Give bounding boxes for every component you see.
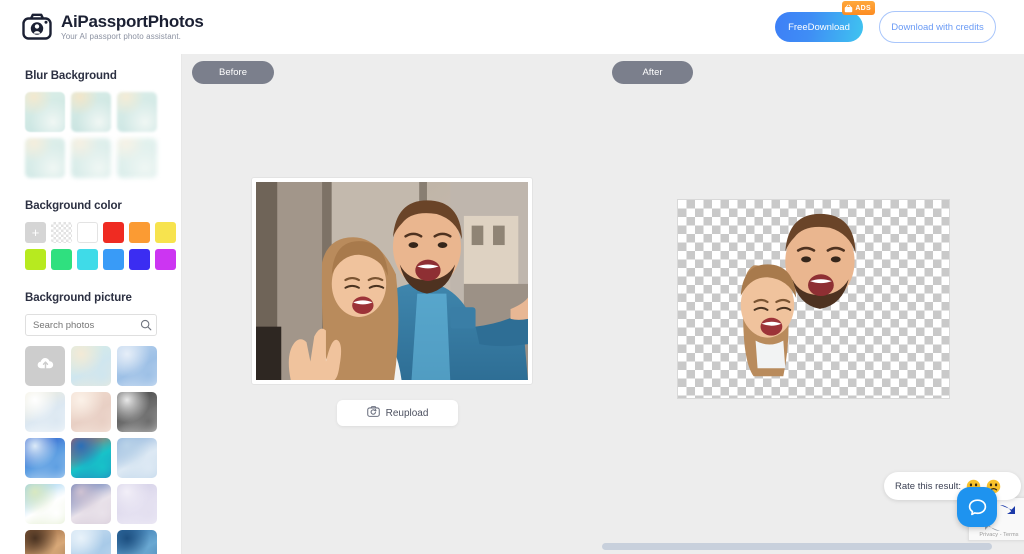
- download-with-credits-label: Download with credits: [891, 21, 984, 33]
- color-swatch-white[interactable]: [77, 222, 98, 243]
- header-actions: FreeDownload ADS Download with credits: [775, 1, 1008, 43]
- free-download-button[interactable]: FreeDownload ADS: [775, 1, 875, 42]
- horizontal-scrollbar[interactable]: [602, 543, 992, 550]
- search-photos-input[interactable]: [25, 314, 157, 336]
- brand-text-block: AiPassportPhotos Your AI passport photo …: [61, 12, 204, 42]
- camera-icon: [22, 12, 52, 42]
- brand-name: AiPassportPhotos: [61, 12, 204, 31]
- camera-refresh-icon: [366, 405, 380, 421]
- blur-level-3[interactable]: [117, 92, 157, 132]
- photo-pale-beach[interactable]: [25, 392, 65, 432]
- app-root: AiPassportPhotos Your AI passport photo …: [0, 0, 1024, 554]
- upload-photo[interactable]: [25, 346, 65, 386]
- photo-abstract-art[interactable]: [71, 438, 111, 478]
- blur-level-1[interactable]: [25, 92, 65, 132]
- before-label-pill: Before: [192, 61, 274, 84]
- blur-level-4[interactable]: [25, 138, 65, 178]
- color-swatch-lime[interactable]: [25, 249, 46, 270]
- photo-rainbow-sky[interactable]: [25, 484, 65, 524]
- brand-tagline: Your AI passport photo assistant.: [61, 32, 181, 41]
- photo-ocean[interactable]: [117, 530, 157, 554]
- ads-badge-label: ADS: [855, 4, 871, 12]
- color-swatch-transparent[interactable]: [51, 222, 72, 243]
- color-swatch-red[interactable]: [103, 222, 124, 243]
- reupload-label: Reupload: [385, 407, 429, 419]
- search-icon[interactable]: [140, 318, 152, 336]
- background-picture-title: Background picture: [25, 292, 132, 304]
- search-photos-box: [25, 314, 157, 336]
- add-color-plus-icon: +: [31, 225, 40, 240]
- photo-light-blue[interactable]: [71, 530, 111, 554]
- background-color-grid: +: [25, 222, 176, 270]
- sidebar-content: Blur Background Background color + Backg…: [0, 54, 181, 554]
- photo-crescent-moon[interactable]: [117, 484, 157, 524]
- color-swatch-blue[interactable]: [103, 249, 124, 270]
- background-picture-grid: [25, 346, 161, 554]
- blur-level-2[interactable]: [71, 92, 111, 132]
- chat-bubble-icon[interactable]: [957, 487, 997, 527]
- reupload-button[interactable]: Reupload: [337, 400, 458, 426]
- blur-background-title: Blur Background: [25, 70, 117, 82]
- color-swatch-indigo[interactable]: [129, 249, 150, 270]
- photo-blue-clouds[interactable]: [117, 346, 157, 386]
- color-swatch-add-custom-color[interactable]: +: [25, 222, 46, 243]
- blur-level-6[interactable]: [117, 138, 157, 178]
- after-image[interactable]: [677, 199, 950, 399]
- photo-cumulus[interactable]: [71, 484, 111, 524]
- after-label-pill: After: [612, 61, 693, 84]
- rate-result-widget: Rate this result:: [884, 472, 1021, 500]
- photo-cloud-sea[interactable]: [117, 438, 157, 478]
- color-swatch-orange[interactable]: [129, 222, 150, 243]
- blur-background-grid: [25, 92, 161, 178]
- color-swatch-yellow[interactable]: [155, 222, 176, 243]
- rate-result-label: Rate this result:: [895, 480, 961, 492]
- photo-deep-blue[interactable]: [25, 438, 65, 478]
- photo-peach-clouds[interactable]: [71, 392, 111, 432]
- photo-sunset-hill[interactable]: [25, 530, 65, 554]
- color-swatch-green[interactable]: [51, 249, 72, 270]
- download-with-credits-button[interactable]: Download with credits: [879, 11, 996, 43]
- before-image[interactable]: [252, 178, 532, 384]
- app-header: AiPassportPhotos Your AI passport photo …: [0, 0, 1024, 54]
- photo-pastel-sky[interactable]: [71, 346, 111, 386]
- color-swatch-cyan[interactable]: [77, 249, 98, 270]
- color-swatch-magenta[interactable]: [155, 249, 176, 270]
- ads-badge: ADS: [842, 1, 875, 15]
- blur-level-5[interactable]: [71, 138, 111, 178]
- background-color-title: Background color: [25, 200, 122, 212]
- ad-tv-icon: [844, 4, 853, 13]
- brand-logo[interactable]: AiPassportPhotos Your AI passport photo …: [22, 12, 204, 42]
- free-download-label: FreeDownload: [788, 21, 850, 33]
- sidebar: Blur Background Background color + Backg…: [0, 54, 182, 554]
- photo-night-snow[interactable]: [117, 392, 157, 432]
- cloud-upload-icon: [36, 354, 55, 378]
